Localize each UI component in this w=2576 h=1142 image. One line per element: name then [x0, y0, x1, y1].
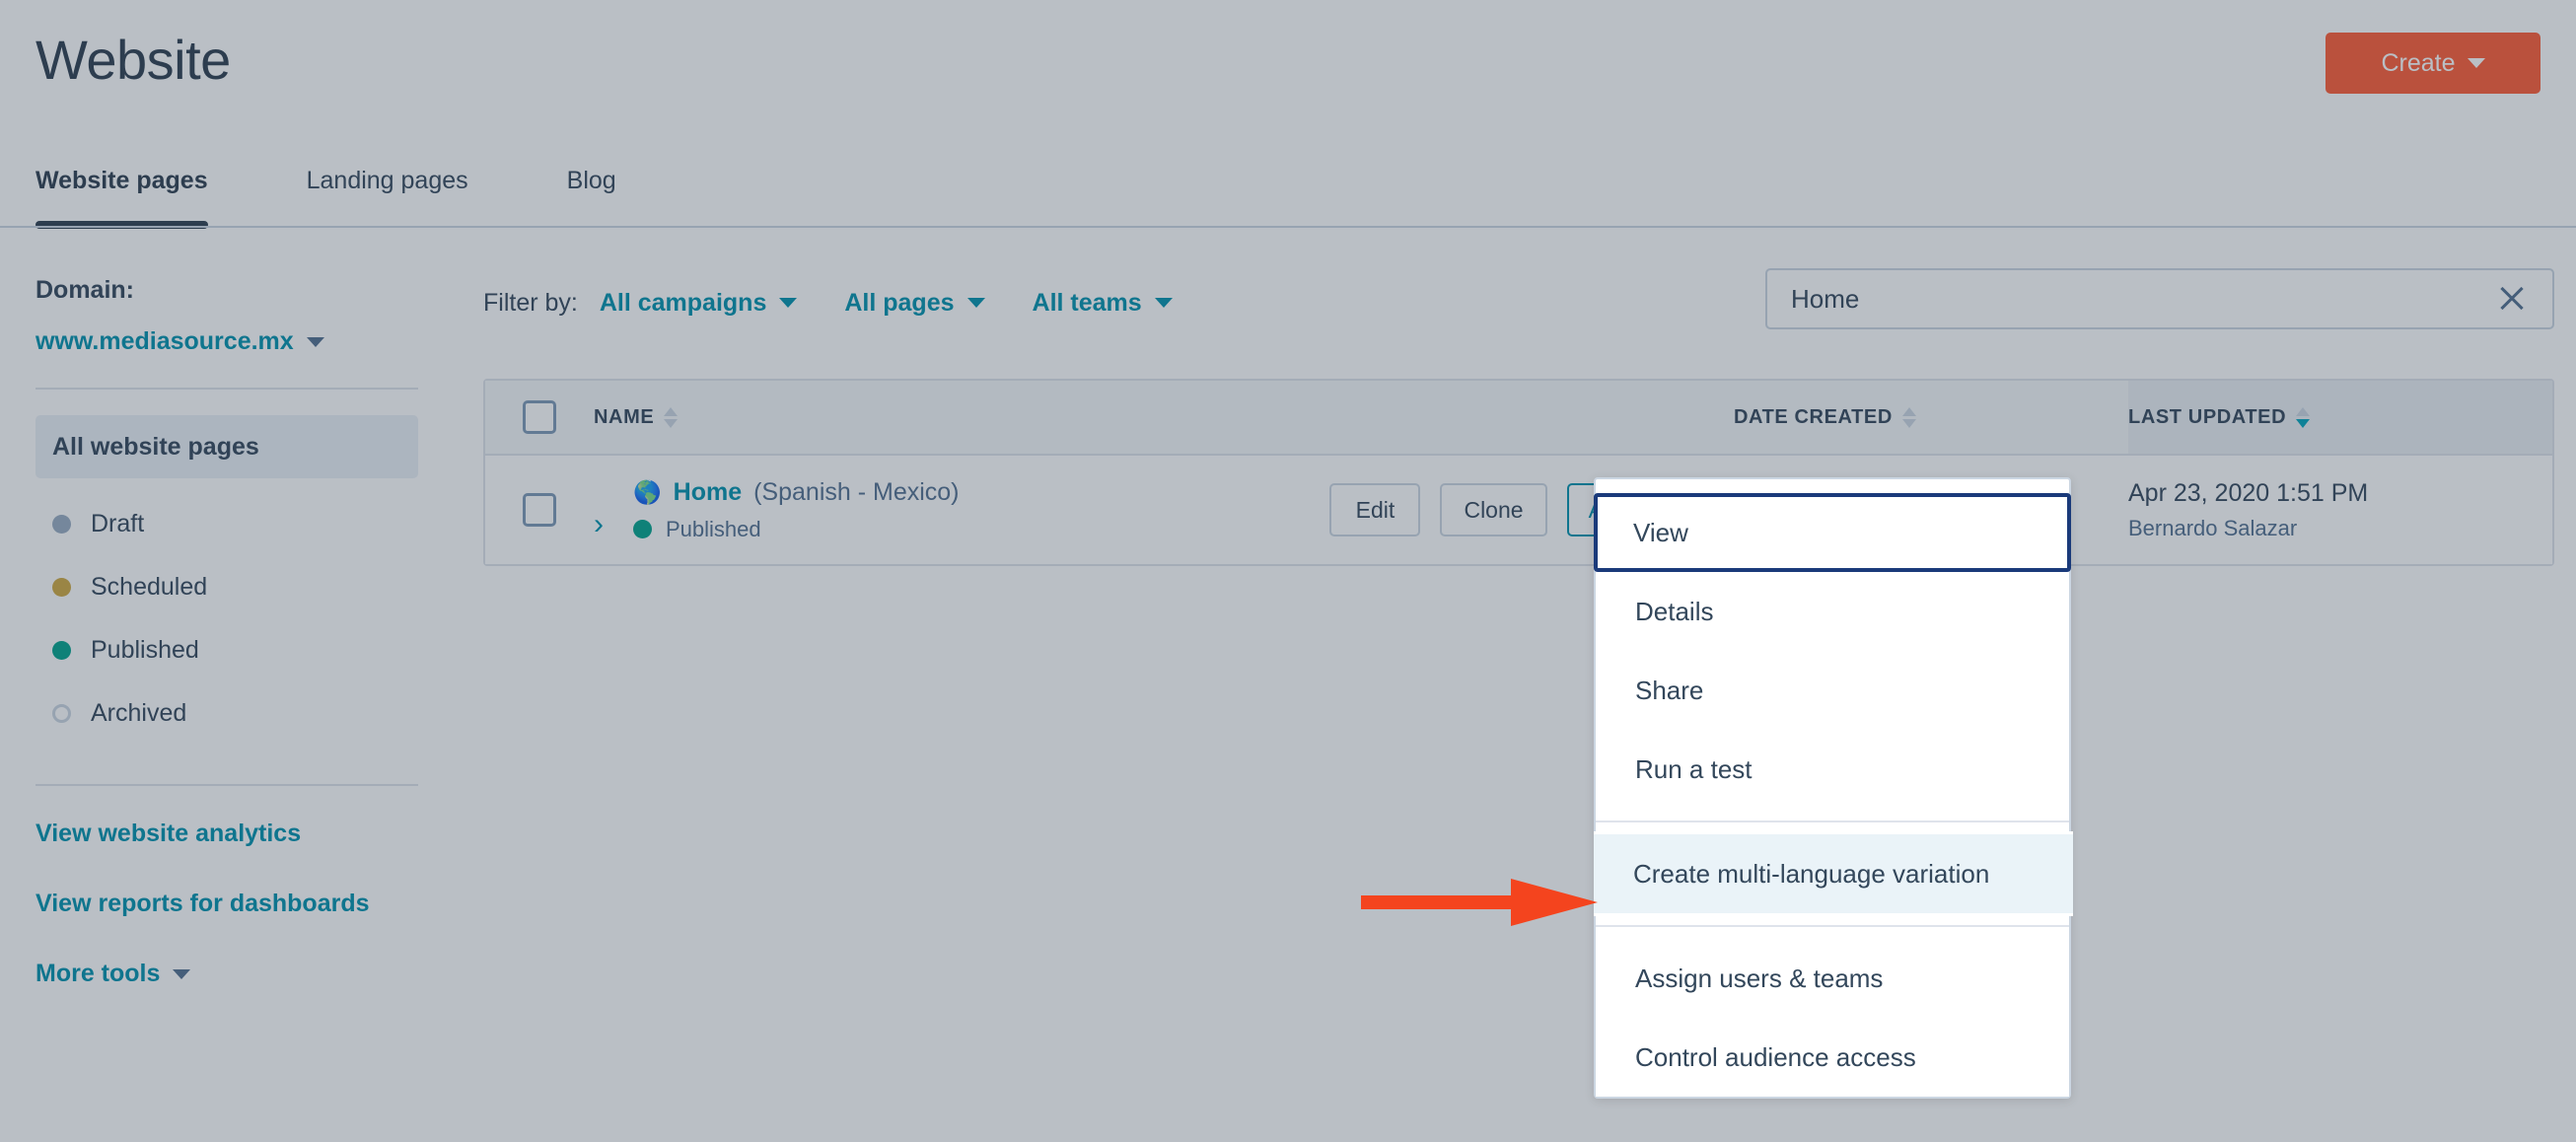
row-status-line: Published	[633, 517, 960, 542]
sidebar-item-all-website-pages[interactable]: All website pages	[36, 415, 418, 478]
last-updated-date: Apr 23, 2020 1:51 PM	[2128, 478, 2369, 507]
chevron-down-icon	[2467, 58, 2485, 68]
menu-item-assign-users-teams[interactable]: Assign users & teams	[1596, 939, 2069, 1018]
sidebar-item-label: Draft	[91, 509, 145, 537]
column-header-label: DATE CREATED	[1734, 405, 1893, 428]
main-content: Filter by: All campaigns All pages All t…	[454, 229, 2576, 1142]
link-more-tools[interactable]: More tools	[36, 960, 418, 988]
chevron-down-icon	[173, 968, 191, 979]
sidebar-item-label: Scheduled	[91, 572, 208, 601]
column-header-label: LAST UPDATED	[2128, 405, 2287, 428]
column-header-last-updated[interactable]: LAST UPDATED	[2128, 381, 2552, 454]
tab-bar-divider	[0, 226, 2576, 228]
menu-item-run-a-test[interactable]: Run a test	[1596, 730, 2069, 809]
select-all-cell	[485, 400, 594, 434]
search-box[interactable]	[1765, 268, 2554, 329]
sidebar-divider-secondary	[36, 784, 418, 786]
chevron-down-icon	[1154, 298, 1173, 308]
sidebar-item-label: Archived	[91, 698, 187, 727]
filter-label-text: All teams	[1032, 288, 1142, 317]
search-input[interactable]	[1791, 283, 2495, 315]
link-view-reports-for-dashboards[interactable]: View reports for dashboards	[36, 890, 418, 918]
edit-button[interactable]: Edit	[1329, 483, 1421, 536]
filter-by-label: Filter by:	[483, 288, 578, 317]
link-label: View website analytics	[36, 820, 302, 847]
tab-blog[interactable]: Blog	[567, 167, 616, 229]
row-last-updated-cell: Apr 23, 2020 1:51 PM Bernardo Salazar	[2128, 479, 2552, 541]
link-view-website-analytics[interactable]: View website analytics	[36, 820, 418, 848]
status-dot-icon	[633, 520, 652, 538]
column-header-name[interactable]: NAME	[594, 406, 1734, 429]
row-name-block: 🌎 Home (Spanish - Mexico) Published	[633, 478, 960, 542]
create-button[interactable]: Create	[2326, 33, 2540, 94]
menu-separator	[1596, 925, 2069, 927]
filter-all-campaigns[interactable]: All campaigns	[600, 289, 798, 318]
sort-icon[interactable]	[1901, 406, 1916, 428]
sidebar-item-draft[interactable]: Draft	[36, 492, 418, 555]
row-checkbox[interactable]	[523, 493, 556, 527]
menu-separator	[1596, 821, 2069, 822]
sort-icon-active[interactable]	[2296, 406, 2311, 428]
page-title: Website	[36, 29, 231, 91]
select-all-checkbox[interactable]	[523, 400, 556, 434]
chevron-down-icon	[779, 298, 798, 308]
globe-icon: 🌎	[633, 478, 662, 505]
filter-all-pages[interactable]: All pages	[844, 288, 985, 318]
filter-all-teams[interactable]: All teams	[1033, 289, 1173, 318]
row-title-line: 🌎 Home (Spanish - Mexico)	[633, 478, 960, 507]
clone-button[interactable]: Clone	[1440, 483, 1547, 536]
sidebar-item-archived[interactable]: Archived	[36, 681, 418, 745]
actions-dropdown-menu: View Details Share Run a test Create mul…	[1594, 477, 2073, 1099]
filter-label-text: All campaigns	[599, 288, 767, 317]
sidebar-item-published[interactable]: Published	[36, 618, 418, 681]
sidebar-links: View website analytics View reports for …	[36, 820, 418, 988]
menu-item-view[interactable]: View	[1594, 493, 2071, 572]
column-header-date-created[interactable]: DATE CREATED	[1734, 406, 2128, 429]
menu-item-share[interactable]: Share	[1596, 651, 2069, 730]
status-dot-icon	[52, 514, 71, 534]
app-root: Website Create Website pages Landing pag…	[0, 0, 2576, 1142]
status-dot-icon	[52, 640, 71, 660]
filter-bar: Filter by: All campaigns All pages All t…	[483, 276, 1220, 329]
tab-website-pages[interactable]: Website pages	[36, 167, 208, 229]
sidebar-divider	[36, 388, 418, 390]
row-name-cell: › 🌎 Home (Spanish - Mexico) Published	[594, 478, 1329, 542]
status-dot-icon	[52, 703, 71, 723]
status-dot-icon	[52, 577, 71, 597]
sidebar-item-scheduled[interactable]: Scheduled	[36, 555, 418, 618]
tab-bar: Website pages Landing pages Blog	[36, 138, 715, 229]
table-row: › 🌎 Home (Spanish - Mexico) Published Ed…	[485, 456, 2552, 564]
pages-table: NAME DATE CREATED LAST UPDATED › 🌎 Home …	[483, 379, 2554, 566]
menu-item-create-multi-language-variation[interactable]: Create multi-language variation	[1594, 834, 2073, 913]
column-header-label: NAME	[594, 405, 655, 428]
tab-landing-pages[interactable]: Landing pages	[307, 167, 468, 229]
page-header: Website Create Website pages Landing pag…	[0, 0, 2576, 229]
domain-selector[interactable]: www.mediasource.mx	[36, 327, 418, 356]
close-icon[interactable]	[2495, 282, 2529, 316]
menu-item-control-audience-access[interactable]: Control audience access	[1596, 1018, 2069, 1097]
menu-item-details[interactable]: Details	[1596, 572, 2069, 651]
annotation-arrow-icon	[1361, 879, 1598, 926]
page-name-link[interactable]: Home	[674, 478, 742, 507]
chevron-down-icon	[306, 336, 324, 347]
sort-icon[interactable]	[664, 406, 679, 428]
table-header-row: NAME DATE CREATED LAST UPDATED	[485, 381, 2552, 456]
page-language-label: (Spanish - Mexico)	[753, 477, 960, 506]
sidebar-status-list: Draft Scheduled Published Archived	[36, 492, 418, 745]
chevron-down-icon	[966, 298, 985, 308]
create-button-label: Create	[2381, 48, 2456, 77]
filter-label-text: All pages	[844, 288, 955, 317]
sidebar-item-label: Published	[91, 635, 199, 664]
domain-selector-label: www.mediasource.mx	[36, 327, 294, 355]
row-select-cell	[485, 493, 594, 527]
domain-label: Domain:	[36, 276, 134, 304]
chevron-right-icon[interactable]: ›	[594, 509, 633, 539]
status-badge: Published	[666, 516, 761, 541]
last-updated-author: Bernardo Salazar	[2128, 515, 2298, 540]
link-label: View reports for dashboards	[36, 890, 370, 917]
sidebar: Domain: www.mediasource.mx All website p…	[0, 229, 454, 1142]
link-label: More tools	[36, 960, 161, 987]
